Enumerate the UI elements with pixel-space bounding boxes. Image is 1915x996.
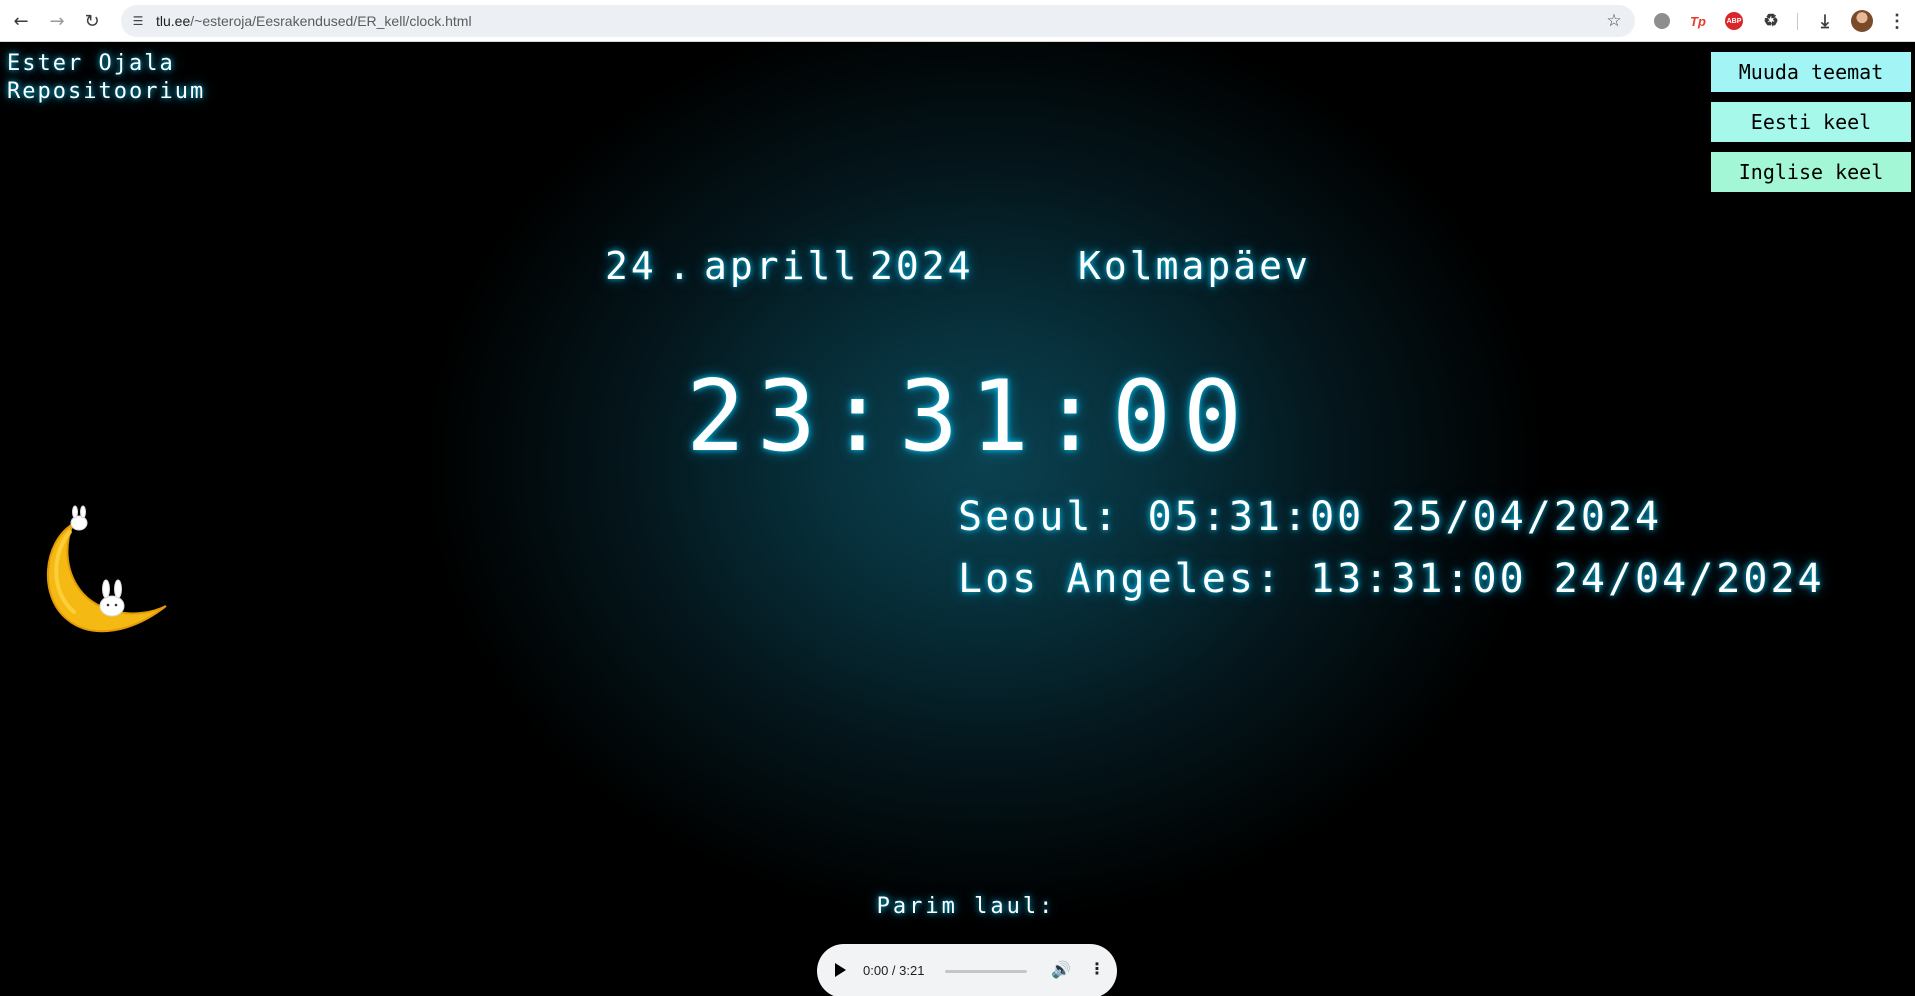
toolbar-divider [1797, 13, 1798, 30]
bookmark-star-icon[interactable]: ☆ [1603, 10, 1625, 32]
main-clock: 23:31:00 [686, 360, 1255, 474]
author-name: Ester Ojala [7, 51, 175, 76]
volume-icon[interactable]: 🔊 [1051, 960, 1071, 979]
browser-menu-icon[interactable]: ⋮ [1887, 11, 1907, 31]
weekday: Kolmapäev [1078, 244, 1311, 288]
english-language-button[interactable]: Inglise keel [1711, 152, 1911, 192]
player-time: 0:00 / 3:21 [863, 963, 925, 978]
more-options-icon[interactable]: ⋮ [1089, 959, 1105, 978]
repository-label: Repositoorium [7, 79, 206, 104]
side-buttons: Muuda teemat Eesti keel Inglise keel [1711, 52, 1911, 202]
url-path: /~esteroja/Eesrakendused/ER_kell/clock.h… [190, 13, 472, 29]
profile-avatar[interactable] [1851, 10, 1873, 32]
browser-toolbar: ← → ↻ ☰ tlu.ee/~esteroja/Eesrakendused/E… [0, 0, 1915, 42]
address-bar[interactable]: ☰ tlu.ee/~esteroja/Eesrakendused/ER_kell… [121, 5, 1635, 37]
los-angeles-clock: Los Angeles: 13:31:00 24/04/2024 [958, 556, 1825, 602]
reload-icon[interactable]: ↻ [79, 8, 105, 34]
change-theme-button[interactable]: Muuda teemat [1711, 52, 1911, 92]
forward-arrow-icon[interactable]: → [44, 8, 70, 34]
date-month: aprill [704, 244, 860, 288]
site-info-icon[interactable]: ☰ [127, 10, 149, 32]
moon-bunny-image [47, 505, 167, 633]
author-title: Ester Ojala Repositoorium [7, 50, 205, 106]
date-separator: . [668, 244, 691, 288]
extension-gray-icon[interactable] [1652, 11, 1672, 31]
url-host: tlu.ee [156, 13, 191, 29]
adblock-plus-icon[interactable]: ABP [1724, 11, 1744, 31]
date-year: 2024 [870, 244, 974, 288]
audio-progress-slider[interactable] [945, 970, 1027, 973]
play-icon[interactable] [835, 963, 846, 977]
download-icon[interactable]: ⤓ [1815, 11, 1835, 31]
date-row: 24 . aprill 2024 Kolmapäev [0, 244, 1915, 294]
extensions-puzzle-icon[interactable]: ♻ [1761, 11, 1781, 31]
back-arrow-icon[interactable]: ← [8, 8, 34, 34]
date-day: 24 [605, 244, 657, 288]
estonian-language-button[interactable]: Eesti keel [1711, 102, 1911, 142]
extension-tp-icon[interactable]: Tp [1688, 11, 1708, 31]
seoul-clock: Seoul: 05:31:00 25/04/2024 [958, 494, 1663, 540]
url-text: tlu.ee/~esteroja/Eesrakendused/ER_kell/c… [156, 13, 472, 29]
clock-page: Ester Ojala Repositoorium Muuda teemat E… [0, 42, 1915, 996]
song-label: Parim laul: [876, 894, 1056, 919]
audio-player: 0:00 / 3:21 🔊 ⋮ [817, 944, 1117, 996]
